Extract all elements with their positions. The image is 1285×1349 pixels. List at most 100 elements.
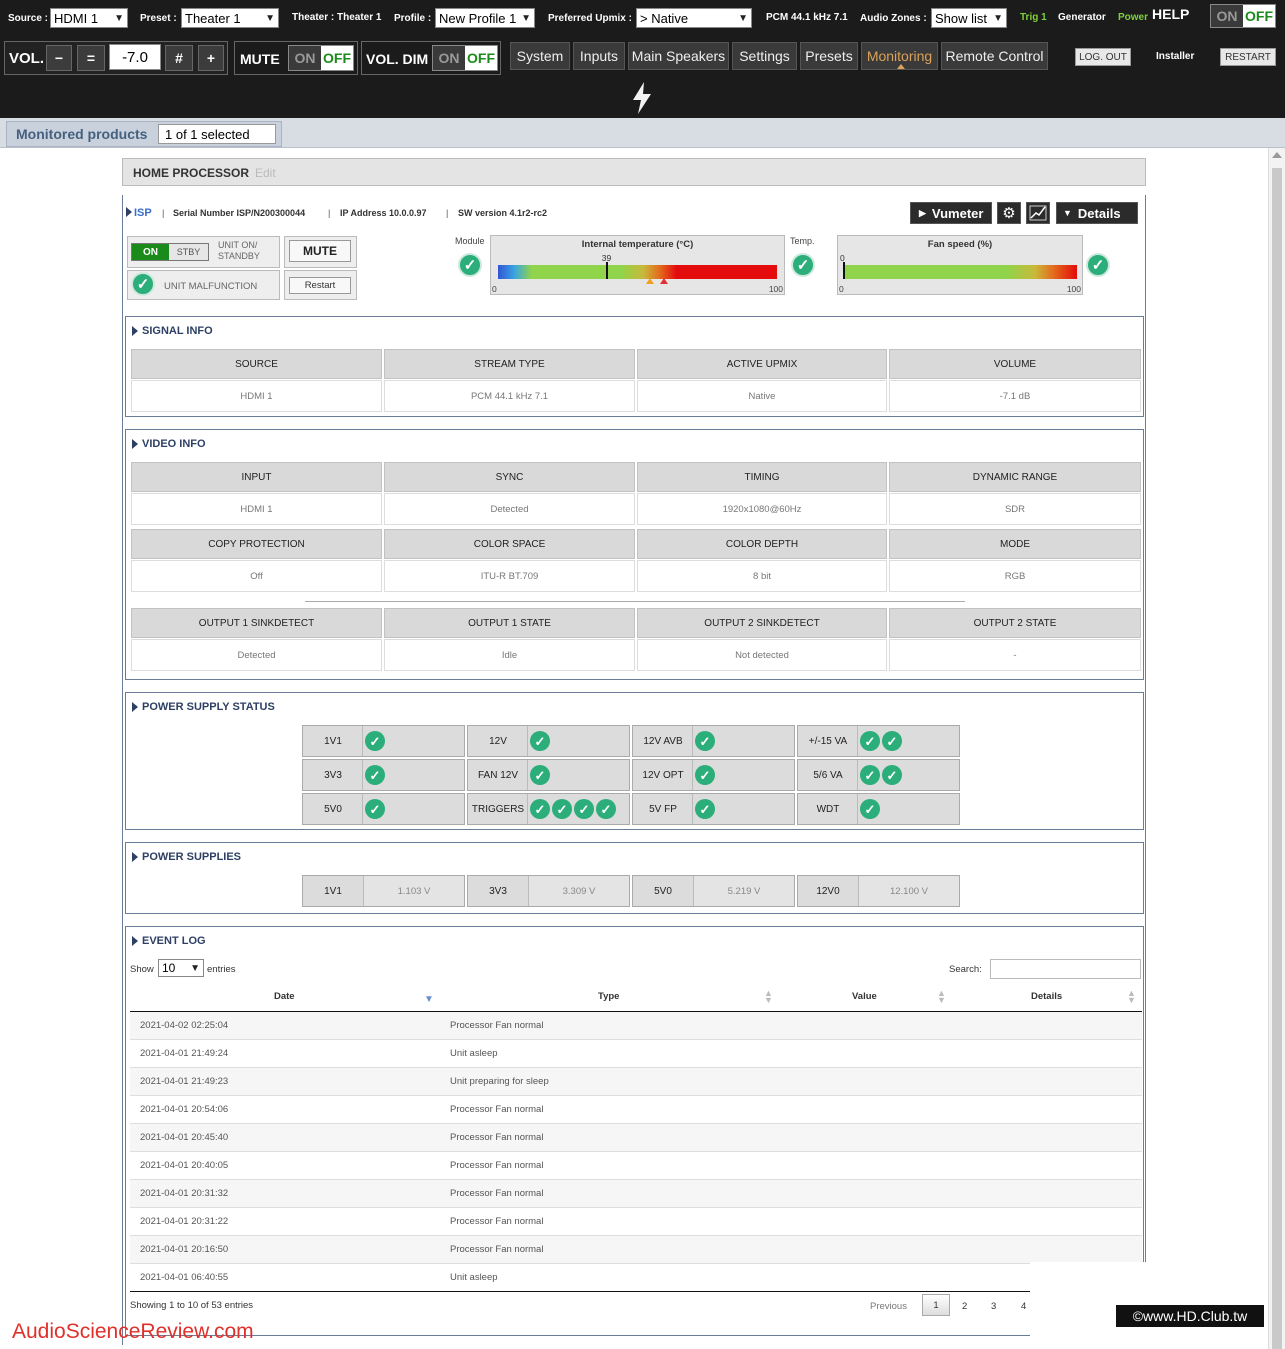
voldim-toggle[interactable]: ON OFF (432, 45, 498, 71)
video-value: SDR (889, 493, 1141, 525)
page-button[interactable]: 1 (922, 1294, 950, 1316)
power-status-label: WDT (816, 803, 840, 815)
gear-icon[interactable]: ⚙ (997, 202, 1021, 224)
cell-divider (362, 760, 363, 790)
temp-label: Temp. (790, 236, 815, 246)
zones-select[interactable]: Show list ▼ (931, 8, 1007, 28)
power-status-item: FAN 12V ✓ (467, 759, 630, 791)
log-type: Processor Fan normal (450, 1244, 544, 1255)
page-button[interactable]: 3 (991, 1301, 996, 1312)
temperature-needle (605, 262, 608, 279)
upmix-select[interactable]: > Native ▼ (636, 8, 752, 28)
vol-up-button[interactable]: + (198, 45, 224, 71)
power-status-label: 12V (489, 735, 507, 747)
power-supply-label: 1V1 (324, 885, 342, 897)
temperature-title: Internal temperature (°C) (581, 239, 694, 250)
search-input[interactable] (990, 959, 1141, 979)
table-row[interactable]: 2021-04-01 06:40:55 Unit asleep (130, 1264, 1142, 1292)
vumeter-label: Vumeter (931, 205, 984, 221)
isp-collapse-icon[interactable] (126, 207, 132, 217)
table-row[interactable]: 2021-04-01 20:54:06 Processor Fan normal (130, 1096, 1142, 1124)
power-status-title[interactable]: POWER SUPPLY STATUS (132, 701, 275, 713)
monitored-products-bar: Monitored products 1 of 1 selected (0, 118, 1285, 148)
table-row[interactable]: 2021-04-01 21:49:24 Unit asleep (130, 1040, 1142, 1068)
log-type: Processor Fan normal (450, 1216, 544, 1227)
unit-on-standby-toggle[interactable]: ON STBY (131, 243, 209, 261)
table-row[interactable]: 2021-04-01 20:31:22 Processor Fan normal (130, 1208, 1142, 1236)
malfunction-label: UNIT MALFUNCTION (164, 281, 258, 292)
video-divider (305, 601, 965, 602)
table-row[interactable]: 2021-04-01 20:45:40 Processor Fan normal (130, 1124, 1142, 1152)
page-button[interactable]: 4 (1021, 1301, 1026, 1312)
vol-down-fast-button[interactable]: = (77, 45, 105, 71)
source-select[interactable]: HDMI 1 ▼ (50, 8, 128, 28)
page-button[interactable]: 2 (962, 1301, 967, 1312)
source-label: Source : (8, 13, 49, 24)
sort-icon[interactable]: ▼ (764, 995, 773, 1005)
chart-icon[interactable] (1026, 202, 1050, 224)
table-row[interactable]: 2021-04-02 02:25:04 Processor Fan normal (130, 1012, 1142, 1040)
check-icon: ✓ (552, 799, 572, 819)
zones-label: Audio Zones : (860, 13, 927, 24)
tab-inputs[interactable]: Inputs (573, 42, 625, 70)
power-indicator: Power (1118, 12, 1149, 23)
vol-up-fast-button[interactable]: # (165, 45, 193, 71)
col-date[interactable]: Date (274, 991, 295, 1002)
temperature-bar (498, 265, 777, 279)
power-supply-item: 12V0 12.100 V (797, 875, 960, 907)
scrollbar[interactable] (1268, 148, 1285, 1349)
chevron-down-icon: ▼ (738, 12, 748, 24)
entries-select[interactable]: 10 ▼ (158, 959, 204, 977)
sort-icon[interactable]: ▼ (1127, 995, 1136, 1005)
tab-main-speakers[interactable]: Main Speakers (628, 42, 729, 70)
restart-button[interactable]: RESTART (1220, 48, 1276, 66)
event-log-title[interactable]: EVENT LOG (132, 935, 206, 947)
table-row[interactable]: 2021-04-01 20:31:32 Processor Fan normal (130, 1180, 1142, 1208)
logout-button[interactable]: LOG. OUT (1075, 48, 1131, 66)
power-supplies-title[interactable]: POWER SUPPLIES (132, 851, 241, 863)
check-icon: ✓ (1086, 253, 1110, 277)
power-status-checks: ✓ (528, 731, 550, 751)
profile-select[interactable]: New Profile 1 ▼ (435, 8, 535, 28)
vol-down-button[interactable]: − (46, 45, 72, 71)
details-label: Details (1077, 205, 1121, 221)
check-icon: ✓ (365, 799, 385, 819)
details-button[interactable]: ▼ Details (1056, 202, 1138, 224)
monitored-products-select[interactable]: 1 of 1 selected (158, 124, 276, 144)
previous-button[interactable]: Previous (870, 1301, 907, 1312)
panel-edit-link[interactable]: Edit (255, 166, 276, 180)
tab-system[interactable]: System (510, 42, 570, 70)
col-type[interactable]: Type (598, 991, 619, 1002)
tab-settings[interactable]: Settings (732, 42, 797, 70)
sort-desc-icon[interactable]: ▼ (424, 994, 434, 1005)
isp-label: ISP (134, 207, 152, 219)
video-value: 8 bit (637, 560, 887, 592)
unit-restart-button[interactable]: Restart (289, 277, 351, 294)
unit-mute-button[interactable]: MUTE (289, 240, 351, 262)
vumeter-button[interactable]: ▶ Vumeter (910, 202, 992, 224)
table-row[interactable]: 2021-04-01 20:16:50 Processor Fan normal (130, 1236, 1142, 1264)
log-date: 2021-04-02 02:25:04 (140, 1020, 229, 1031)
tab-remote-control[interactable]: Remote Control (941, 42, 1048, 70)
table-row[interactable]: 2021-04-01 20:40:05 Processor Fan normal (130, 1152, 1142, 1180)
help-toggle[interactable]: ON OFF (1210, 4, 1276, 28)
power-status-item: 5/6 VA ✓ ✓ (797, 759, 960, 791)
tab-presets[interactable]: Presets (800, 42, 858, 70)
table-row[interactable]: 2021-04-01 21:49:23 Unit preparing for sl… (130, 1068, 1142, 1096)
preset-select[interactable]: Theater 1 ▼ (181, 8, 279, 28)
video-info-title[interactable]: VIDEO INFO (132, 438, 206, 450)
entries-label: entries (207, 964, 236, 975)
signal-info-title[interactable]: SIGNAL INFO (132, 325, 213, 337)
col-value[interactable]: Value (852, 991, 877, 1002)
mute-toggle[interactable]: ON OFF (288, 45, 354, 71)
cell-divider (527, 726, 528, 756)
profile-label: Profile : (394, 13, 432, 24)
vol-value[interactable]: -7.0 (109, 44, 161, 70)
sort-icon[interactable]: ▼ (937, 995, 946, 1005)
check-icon: ✓ (882, 731, 902, 751)
col-details[interactable]: Details (1031, 991, 1062, 1002)
check-icon: ✓ (458, 253, 482, 277)
power-supply-item: 5V0 5.219 V (632, 875, 795, 907)
chevron-down-icon: ▼ (521, 12, 531, 24)
video-header: TIMING (637, 462, 887, 492)
